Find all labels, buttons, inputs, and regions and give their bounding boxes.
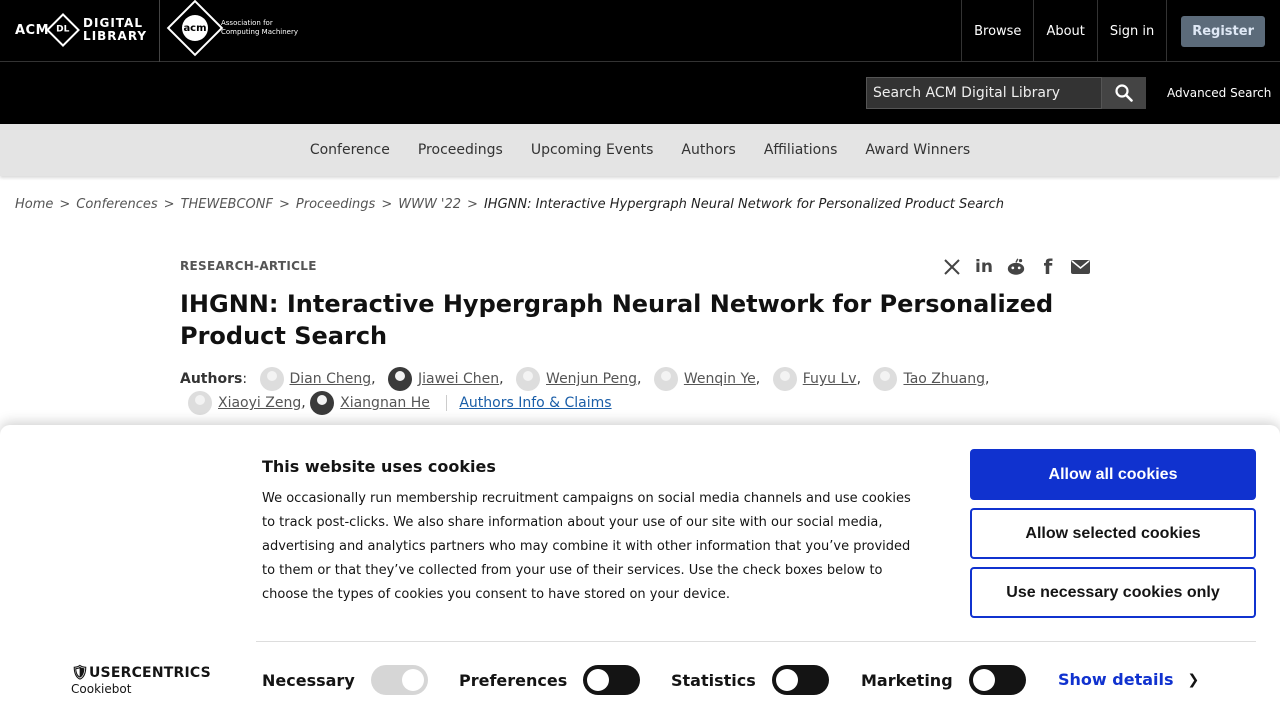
acm-diamond-icon: acm — [166, 0, 224, 57]
toggle-preferences[interactable]: Preferences — [459, 665, 641, 695]
top-bar: ACM DL DIGITAL LIBRARY acm Association f… — [0, 0, 1280, 62]
authors-info-link[interactable]: Authors Info & Claims — [459, 395, 611, 411]
dl-diamond-icon: DL — [46, 13, 81, 47]
breadcrumb-www22[interactable]: WWW '22 — [398, 197, 461, 212]
author-xiangnan-he[interactable]: Xiangnan He — [310, 391, 430, 415]
necessary-switch — [370, 665, 428, 695]
toggle-statistics[interactable]: Statistics — [671, 665, 829, 695]
cat-affiliations[interactable]: Affiliations — [764, 142, 838, 158]
search-button[interactable] — [1102, 77, 1146, 109]
cookie-toggles: Necessary Preferences Statistics Marketi… — [262, 665, 1026, 695]
cookie-banner: This website uses cookies We occasionall… — [0, 425, 1280, 720]
usercentrics-logo: 🛡USERCENTRICS Cookiebot — [71, 665, 211, 696]
author-fuyu-lv[interactable]: Fuyu Lv, — [765, 367, 861, 391]
top-nav: Browse About Sign in Register — [961, 0, 1280, 62]
author-dian-cheng[interactable]: Dian Cheng, — [252, 367, 376, 391]
breadcrumb: Home > Conferences > THEWEBCONF > Proceedin… — [15, 197, 1004, 212]
category-nav: Conference Proceedings Upcoming Events A… — [0, 124, 1280, 176]
breadcrumb-thewebconf[interactable]: THEWEBCONF — [181, 197, 273, 212]
nav-about[interactable]: About — [1033, 0, 1096, 62]
article-title: IHGNN: Interactive Hypergraph Neural Net… — [180, 290, 1054, 350]
author-xiaoyi-zeng[interactable]: Xiaoyi Zeng, — [180, 391, 306, 415]
avatar — [873, 367, 898, 391]
cat-award-winners[interactable]: Award Winners — [865, 142, 970, 158]
avatar — [516, 367, 541, 391]
statistics-switch[interactable] — [771, 665, 829, 695]
x-icon[interactable] — [942, 256, 962, 278]
register-button[interactable]: Register — [1181, 15, 1265, 47]
breadcrumb-home[interactable]: Home — [15, 197, 53, 212]
breadcrumb-conferences[interactable]: Conferences — [76, 197, 157, 212]
acm-logo[interactable]: acm Association for Computing Machinery — [166, 0, 298, 57]
divider — [256, 641, 1256, 642]
allow-selected-cookies-button[interactable]: Allow selected cookies — [970, 508, 1256, 559]
author-jiawei-chen[interactable]: Jiawei Chen, — [380, 367, 504, 391]
search-bar — [0, 62, 1280, 124]
nav-sign-in[interactable]: Sign in — [1096, 0, 1168, 62]
breadcrumb-current: IHGNN: Interactive Hypergraph Neural Net… — [483, 197, 1004, 212]
chevron-right-icon: ❯ — [1187, 671, 1200, 688]
author-list: Authors: Dian Cheng, Jiawei Chen, Wenjun… — [180, 367, 1100, 415]
preferences-switch[interactable] — [583, 665, 641, 695]
acm-dl-logo[interactable]: ACM DL DIGITAL LIBRARY — [15, 12, 147, 48]
cat-proceedings[interactable]: Proceedings — [418, 142, 503, 158]
necessary-cookies-only-button[interactable]: Use necessary cookies only — [970, 567, 1256, 618]
search-icon — [1115, 84, 1133, 102]
avatar — [772, 367, 797, 391]
author-tao-zhuang[interactable]: Tao Zhuang, — [865, 367, 989, 391]
cat-conference[interactable]: Conference — [310, 142, 390, 158]
avatar — [188, 391, 212, 415]
cat-upcoming-events[interactable]: Upcoming Events — [531, 142, 654, 158]
show-details-link[interactable]: Show details ❯ — [1058, 670, 1199, 689]
avatar — [388, 367, 412, 391]
author-wenqin-ye[interactable]: Wenqin Ye, — [646, 367, 760, 391]
nav-browse[interactable]: Browse — [961, 0, 1033, 62]
linkedin-icon[interactable]: in — [974, 256, 994, 278]
facebook-icon[interactable]: f — [1038, 255, 1058, 279]
toggle-marketing[interactable]: Marketing — [861, 665, 1026, 695]
reddit-icon[interactable] — [1006, 256, 1026, 278]
avatar — [653, 367, 678, 391]
shield-icon: 🛡 — [71, 665, 89, 681]
share-icons: in f — [942, 255, 1090, 279]
search-input[interactable] — [866, 77, 1102, 109]
cookie-title: This website uses cookies — [262, 457, 496, 476]
advanced-search-link[interactable]: Advanced Search — [1167, 86, 1271, 100]
allow-all-cookies-button[interactable]: Allow all cookies — [970, 449, 1256, 500]
avatar — [259, 367, 284, 391]
header-divider — [159, 0, 160, 62]
article-type: RESEARCH-ARTICLE — [180, 259, 317, 273]
avatar — [310, 391, 335, 415]
cookie-text: We occasionally run membership recruitme… — [262, 491, 911, 602]
divider — [446, 395, 448, 411]
breadcrumb-proceedings[interactable]: Proceedings — [296, 197, 375, 212]
authors-label: Authors — [180, 371, 243, 387]
cat-authors[interactable]: Authors — [681, 142, 735, 158]
marketing-switch[interactable] — [968, 665, 1026, 695]
toggle-necessary: Necessary — [262, 665, 428, 695]
author-wenjun-peng[interactable]: Wenjun Peng, — [508, 367, 641, 391]
email-icon[interactable] — [1070, 256, 1090, 278]
